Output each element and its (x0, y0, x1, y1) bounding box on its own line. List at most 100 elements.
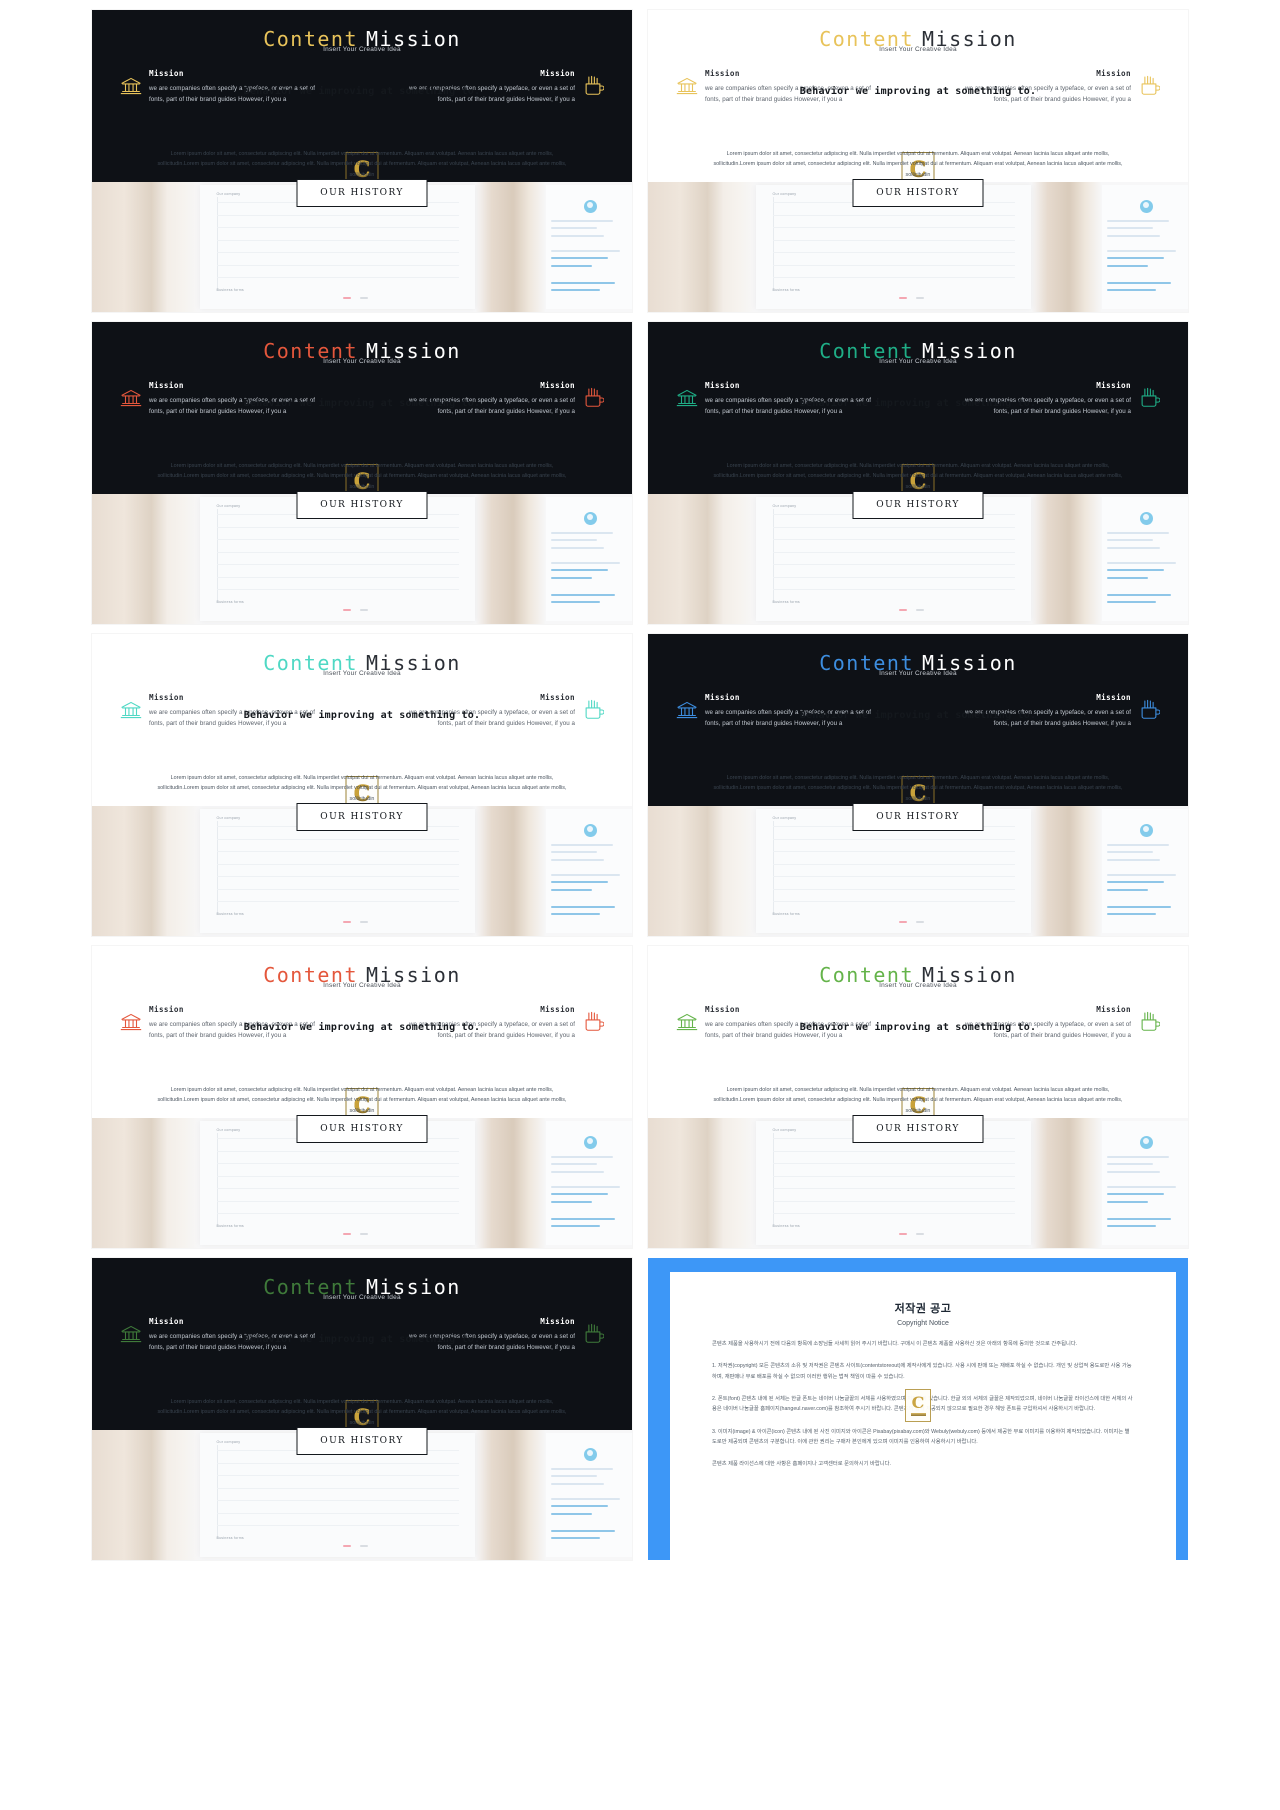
slide-cell-8[interactable]: Our company Business forms Behavior we i… (640, 942, 1196, 1254)
slide-cell-1[interactable]: Our company Business forms Behavior we i… (84, 6, 640, 318)
slide-cell-4[interactable]: Our company Business forms Behavior we i… (640, 318, 1196, 630)
legend-swatch (360, 921, 369, 924)
chart-gridline (216, 576, 459, 578)
slide-cell-3[interactable]: Our company Business forms Behavior we i… (84, 318, 640, 630)
slide-thumbnail[interactable]: Our company Business forms Behavior we i… (648, 322, 1188, 624)
report-text-line (1106, 281, 1172, 284)
chart-legend-bottom (899, 1233, 925, 1236)
copyright-item-1: 1. 저작권(copyright) 모든 콘텐츠의 소유 및 저작권은 콘텐츠 … (712, 1363, 1132, 1380)
chart-gridline (772, 876, 1015, 878)
mission-heading: Mission (149, 68, 184, 78)
report-text-line (1106, 561, 1177, 564)
overlay-body: Lorem ipsum dolor sit amet, consectetur … (713, 150, 1123, 178)
chart-legend-bottom (899, 609, 925, 612)
chart-gridline (216, 1512, 459, 1514)
legend-swatch (916, 1233, 925, 1236)
bar-chart (225, 1458, 445, 1535)
our-history-button[interactable]: OUR HISTORY (852, 179, 984, 208)
report-text-line (1106, 593, 1172, 596)
chart-gridline (216, 1212, 459, 1214)
our-history-button[interactable]: OUR HISTORY (296, 1115, 428, 1144)
chart-gridline (772, 227, 1015, 229)
slide-thumbnail[interactable]: Our company Business forms Behavior we i… (92, 1258, 632, 1560)
report-text-line (1106, 881, 1164, 884)
report-text-line (1106, 1200, 1148, 1203)
report-text-line (1106, 1163, 1154, 1166)
sheet-label-business-forms: Business forms (772, 1223, 800, 1228)
sheet-label-business-forms: Business forms (216, 911, 244, 916)
slide-thumbnail[interactable]: Our company Business forms Behavior we i… (648, 10, 1188, 312)
chart-legend-bottom (343, 921, 369, 924)
overlay-headline: Behavior we improving at something to. (243, 1333, 481, 1345)
chart-gridline (216, 900, 459, 902)
mission-heading: Mission (540, 1316, 575, 1326)
report-text-line (1106, 1155, 1170, 1158)
report-text-line (550, 1529, 616, 1532)
report-sheet-side (1101, 184, 1188, 310)
page-subtitle: Insert Your Creative Idea (323, 982, 401, 990)
legend-swatch (343, 1233, 352, 1236)
slide-thumbnail[interactable]: Our company Business forms Behavior we i… (92, 322, 632, 624)
our-history-button[interactable]: OUR HISTORY (296, 491, 428, 520)
slide-thumbnail[interactable]: Our company Business forms Behavior we i… (92, 634, 632, 936)
bar-chart (781, 834, 1001, 911)
report-text-line (550, 249, 621, 252)
our-history-button[interactable]: OUR HISTORY (852, 1115, 984, 1144)
overlay-body: Lorem ipsum dolor sit amet, consectetur … (157, 1086, 567, 1114)
slide-cell-9[interactable]: Our company Business forms Behavior we i… (84, 1254, 640, 1566)
mission-heading: Mission (705, 68, 740, 78)
sheet-label-our-company: Our company (772, 192, 797, 197)
our-history-button[interactable]: OUR HISTORY (296, 179, 428, 208)
our-history-button[interactable]: OUR HISTORY (296, 803, 428, 832)
chart-gridline (216, 1163, 459, 1165)
report-text-line (550, 851, 598, 854)
chart-gridline (216, 851, 459, 853)
our-history-button[interactable]: OUR HISTORY (852, 803, 984, 832)
mission-heading: Mission (540, 1004, 575, 1014)
mission-heading: Mission (1096, 692, 1131, 702)
logo-bar (910, 1413, 926, 1416)
mission-heading: Mission (705, 380, 740, 390)
sheet-label-our-company: Our company (772, 504, 797, 509)
sheet-label-business-forms: Business forms (216, 599, 244, 604)
avatar (1139, 199, 1153, 213)
mission-heading: Mission (149, 1316, 184, 1326)
sheet-label-business-forms: Business forms (772, 287, 800, 292)
chart-gridline (772, 214, 1015, 216)
slide-cell-6[interactable]: Our company Business forms Behavior we i… (640, 630, 1196, 942)
sheet-label-business-forms: Business forms (216, 1223, 244, 1228)
chart-gridline (772, 576, 1015, 578)
copyright-notice-cell[interactable]: 저작권 공고 Copyright Notice 콘텐츠 제품을 사용하시기 전에… (640, 1254, 1196, 1566)
report-text-line (1106, 913, 1156, 916)
overlay-body: Lorem ipsum dolor sit amet, consectetur … (157, 774, 567, 802)
report-text-line (550, 843, 614, 846)
report-text-line (550, 1225, 600, 1228)
our-history-button[interactable]: OUR HISTORY (296, 1427, 428, 1456)
report-text-line (1106, 888, 1148, 891)
chart-gridline (216, 252, 459, 254)
chart-gridline (216, 239, 459, 241)
report-text-line (550, 881, 608, 884)
slide-thumbnail[interactable]: Our company Business forms Behavior we i… (92, 946, 632, 1248)
report-text-line (550, 1200, 592, 1203)
slide-thumbnail[interactable]: Our company Business forms Behavior we i… (648, 634, 1188, 936)
report-text-line (550, 1467, 614, 1470)
slide-cell-7[interactable]: Our company Business forms Behavior we i… (84, 942, 640, 1254)
sheet-label-business-forms: Business forms (772, 599, 800, 604)
chart-gridline (216, 564, 459, 566)
slide-cell-2[interactable]: Our company Business forms Behavior we i… (640, 6, 1196, 318)
chart-gridline (772, 539, 1015, 541)
slide-thumbnail[interactable]: Our company Business forms Behavior we i… (92, 10, 632, 312)
avatar (583, 199, 597, 213)
slide-thumbnail[interactable]: Our company Business forms Behavior we i… (648, 946, 1188, 1248)
chart-gridline (216, 588, 459, 590)
legend-swatch (343, 297, 352, 300)
brand-logo-badge-watermark: C (905, 1389, 931, 1422)
slide-cell-5[interactable]: Our company Business forms Behavior we i… (84, 630, 640, 942)
chart-gridline (772, 1150, 1015, 1152)
report-text-line (1106, 539, 1154, 542)
our-history-button[interactable]: OUR HISTORY (852, 491, 984, 520)
report-text-line (550, 546, 605, 549)
chart-gridline (216, 551, 459, 553)
chart-gridline (772, 252, 1015, 254)
